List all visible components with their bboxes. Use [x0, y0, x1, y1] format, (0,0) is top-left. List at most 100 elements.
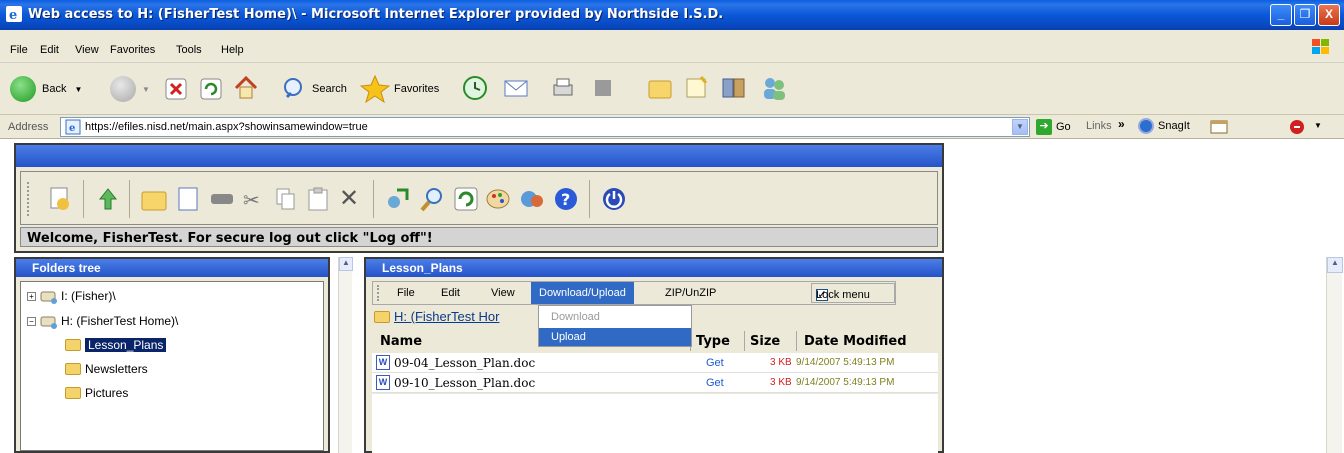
messenger-icon[interactable] [720, 74, 748, 102]
expand-icon[interactable]: + [27, 291, 36, 301]
file-menu-file[interactable]: File [397, 287, 415, 299]
close-button[interactable]: X [1318, 4, 1340, 26]
new-file-icon[interactable] [175, 186, 201, 212]
share-icon[interactable] [385, 186, 411, 212]
lock-menu-checkbox[interactable]: ✓ Lock menu [811, 283, 895, 303]
forward-button[interactable]: ▼ [110, 76, 150, 102]
svg-text:e: e [9, 8, 17, 22]
column-type[interactable]: Type [696, 334, 730, 349]
menu-edit[interactable]: Edit [40, 44, 59, 56]
rename-icon[interactable] [209, 186, 235, 212]
back-button[interactable]: Back ▼ [10, 76, 82, 102]
research-toolbar-icon[interactable] [1288, 118, 1308, 136]
copy-icon[interactable] [273, 186, 299, 212]
new-folder-icon[interactable] [141, 186, 167, 212]
tree-scrollbar[interactable]: ▲ [338, 257, 353, 453]
table-row[interactable]: W 09-10_Lesson_Plan.doc Get 3 KB 9/14/20… [372, 373, 938, 393]
refresh-icon[interactable] [200, 78, 222, 100]
file-menu-view[interactable]: View [491, 287, 515, 299]
help-icon[interactable]: ? [553, 186, 579, 212]
snagit-window-icon[interactable] [1210, 118, 1228, 134]
ie-logo-icon: e [6, 6, 22, 22]
chevron-right-icon[interactable]: » [1118, 117, 1125, 131]
column-date-modified[interactable]: Date Modified [804, 334, 907, 349]
folder-icon [374, 310, 390, 323]
snagit-button[interactable]: SnagIt [1138, 118, 1190, 134]
file-name[interactable]: 09-10_Lesson_Plan.doc [394, 376, 535, 390]
menu-file[interactable]: File [10, 44, 28, 56]
settings-icon[interactable] [485, 186, 511, 212]
file-size: 3 KB [770, 377, 792, 388]
file-date: 9/14/2007 5:49:13 PM [796, 357, 895, 368]
column-name[interactable]: Name [380, 334, 422, 349]
scroll-up-icon[interactable]: ▲ [339, 257, 353, 271]
back-arrow-icon [10, 76, 36, 102]
network-drive-icon [40, 316, 57, 329]
folder-icon[interactable] [648, 77, 672, 99]
research-icon[interactable] [684, 75, 710, 101]
menu-item-download[interactable]: Download [539, 308, 691, 326]
breadcrumb[interactable]: H: (FisherTest Hor [374, 309, 499, 324]
contacts-icon[interactable] [760, 74, 788, 102]
scroll-up-icon[interactable]: ▲ [1327, 257, 1343, 273]
logoff-icon[interactable] [601, 186, 627, 212]
collapse-icon[interactable]: − [27, 316, 36, 326]
file-type-link[interactable]: Get [706, 377, 724, 389]
search-icon [284, 78, 302, 99]
minimize-button[interactable]: _ [1270, 4, 1292, 26]
up-folder-icon[interactable] [95, 186, 121, 212]
file-menu-download-upload[interactable]: Download/Upload [531, 282, 634, 304]
refresh-files-icon[interactable] [453, 186, 479, 212]
cut-icon[interactable]: ✂ [243, 188, 269, 214]
title-bar: e Web access to H: (FisherTest Home)\ - … [0, 0, 1344, 30]
tree-item-h-drive[interactable]: − H: (FisherTest Home)\ [27, 313, 178, 329]
file-menu-zip-unzip[interactable]: ZIP/UnZIP [665, 287, 716, 299]
home-icon[interactable] [233, 75, 259, 101]
file-menu-edit[interactable]: Edit [441, 287, 460, 299]
help-info-icon[interactable] [519, 186, 545, 212]
menu-favorites[interactable]: Favorites [110, 44, 155, 56]
menu-help[interactable]: Help [221, 44, 244, 56]
column-divider [796, 331, 797, 351]
search-button[interactable]: Search [282, 76, 347, 102]
edit-icon[interactable] [593, 78, 613, 98]
browser-toolbar: Back ▼ ▼ Search Favorites [0, 63, 1344, 115]
maximize-button[interactable]: ❐ [1294, 4, 1316, 26]
page-scrollbar[interactable]: ▲ [1326, 257, 1343, 453]
chevron-down-icon[interactable]: ▼ [1314, 121, 1322, 130]
history-icon[interactable] [462, 75, 488, 101]
properties-icon[interactable] [47, 186, 73, 212]
tree-item-pictures[interactable]: Pictures [65, 386, 128, 400]
go-arrow-icon: ➔ [1036, 119, 1052, 135]
table-row[interactable]: W 09-04_Lesson_Plan.doc Get 3 KB 9/14/20… [372, 353, 938, 373]
stop-icon[interactable] [165, 78, 187, 100]
download-upload-dropdown: Download Upload [538, 305, 692, 347]
snagit-icon [1138, 118, 1154, 134]
window-title: Web access to H: (FisherTest Home)\ - Mi… [28, 7, 724, 22]
tree-item-lesson-plans[interactable]: Lesson_Plans [65, 338, 167, 352]
mail-icon[interactable] [503, 75, 531, 101]
chevron-down-icon: ▼ [142, 84, 150, 94]
menu-item-upload[interactable]: Upload [539, 328, 691, 346]
column-size[interactable]: Size [750, 334, 780, 349]
tree-item-i-drive[interactable]: + I: (Fisher)\ [27, 288, 116, 304]
tree-item-newsletters[interactable]: Newsletters [65, 362, 148, 376]
links-label[interactable]: Links [1086, 120, 1112, 132]
print-icon[interactable] [550, 75, 576, 101]
file-type-link[interactable]: Get [706, 357, 724, 369]
menu-tools[interactable]: Tools [176, 44, 202, 56]
search-files-icon[interactable] [419, 186, 445, 212]
toolbar-separator [589, 180, 590, 218]
go-button[interactable]: ➔ Go [1036, 119, 1071, 135]
paste-icon[interactable] [305, 186, 331, 212]
toolbar-grip[interactable] [27, 182, 31, 216]
address-bar: Address e https://efiles.nisd.net/main.a… [0, 115, 1344, 139]
delete-icon[interactable]: ✕ [339, 184, 365, 212]
menu-view[interactable]: View [75, 44, 99, 56]
address-input[interactable]: e https://efiles.nisd.net/main.aspx?show… [60, 117, 1030, 137]
word-document-icon: W [376, 355, 390, 370]
address-dropdown-button[interactable]: ▼ [1012, 119, 1028, 135]
favorites-button[interactable]: Favorites [360, 74, 439, 104]
address-url: https://efiles.nisd.net/main.aspx?showin… [85, 121, 368, 133]
file-name[interactable]: 09-04_Lesson_Plan.doc [394, 356, 535, 370]
